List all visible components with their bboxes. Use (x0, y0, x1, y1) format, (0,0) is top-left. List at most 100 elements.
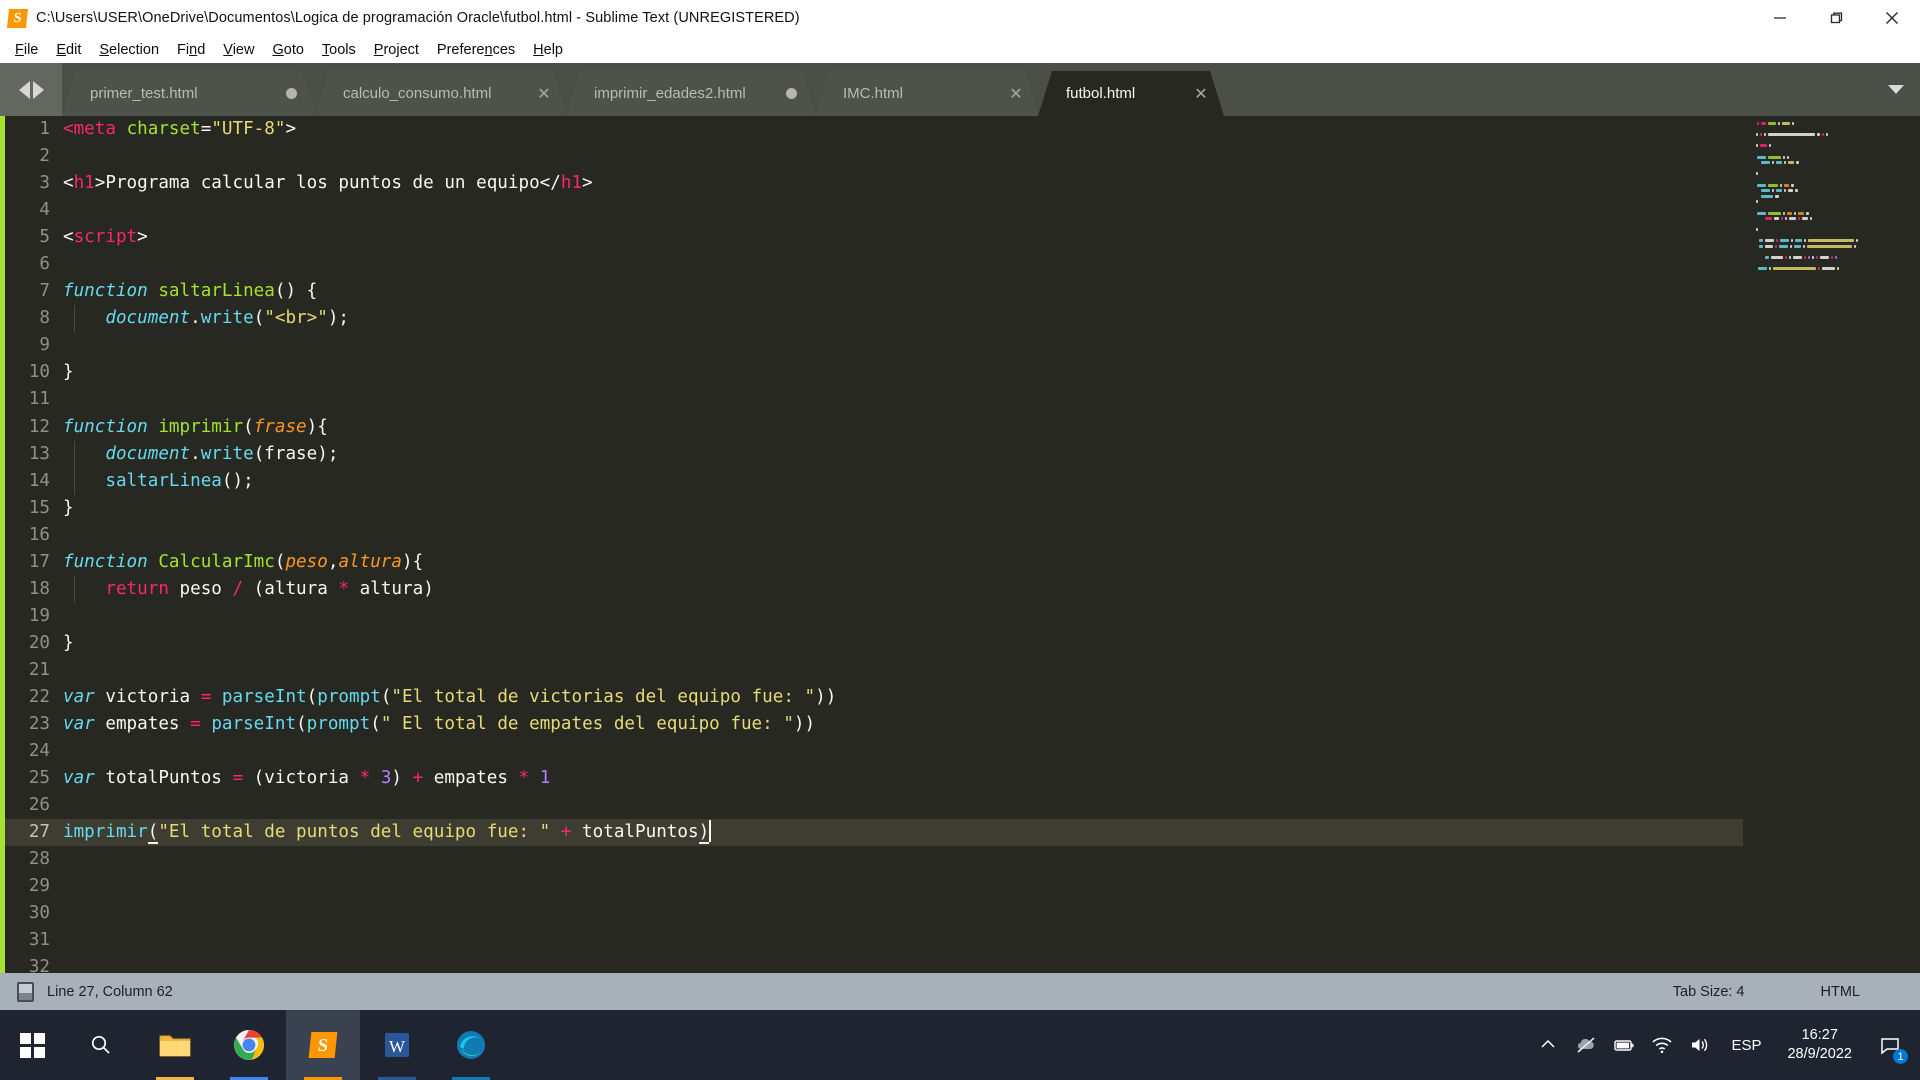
code-token: "El total de puntos del equipo fue: " (158, 822, 551, 843)
taskbar-search-button[interactable] (64, 1010, 138, 1080)
code-line[interactable]: 11 (5, 386, 1920, 413)
clock[interactable]: 16:27 28/9/2022 (1773, 1026, 1866, 1064)
tab-futbol-html[interactable]: futbol.html ✕ (1038, 71, 1224, 116)
code-token: ); (317, 443, 339, 464)
tab-close-icon[interactable]: ✕ (1001, 71, 1031, 116)
minimap-token (1780, 217, 1783, 221)
code-line[interactable]: 19 (5, 603, 1920, 630)
tab-size-indicator[interactable]: Tab Size: 4 (1673, 984, 1745, 1000)
notifications-button[interactable]: 1 (1866, 1010, 1914, 1080)
minimap-token (1765, 256, 1769, 260)
code-line[interactable]: 16 (5, 522, 1920, 549)
line-number: 2 (39, 146, 50, 167)
battery-icon[interactable] (1605, 1010, 1643, 1080)
tab-primer_test-html[interactable]: primer_test.html (62, 71, 316, 116)
menu-file[interactable]: File (6, 40, 47, 60)
minimap-line (1756, 183, 1910, 188)
code-line[interactable]: 23 var empates = parseInt(prompt(" El tot… (5, 711, 1920, 738)
tab-imprimir_edades2-html[interactable]: imprimir_edades2.html (566, 71, 816, 116)
code-line[interactable]: 21 (5, 657, 1920, 684)
minimap-token (1775, 189, 1782, 193)
code-line-active[interactable]: 27 imprimir("El total de puntos del equip… (5, 819, 1920, 847)
start-button[interactable] (0, 1010, 64, 1080)
minimize-button[interactable] (1752, 0, 1808, 36)
code-line[interactable]: 24 (5, 738, 1920, 765)
maximize-button[interactable] (1808, 0, 1864, 36)
menu-view[interactable]: View (214, 40, 263, 60)
minimap-line (1756, 273, 1910, 277)
minimap-token (1787, 161, 1795, 165)
taskbar-item-sublime-text[interactable]: S (286, 1010, 360, 1080)
minimap-token (1759, 239, 1763, 243)
language-indicator[interactable]: ESP (1719, 1037, 1773, 1054)
menu-goto[interactable]: Goto (263, 40, 312, 60)
volume-icon[interactable] (1681, 1010, 1719, 1080)
code-line[interactable]: 32 (5, 954, 1920, 973)
close-button[interactable] (1864, 0, 1920, 36)
code-line[interactable]: 3 <h1>Programa calcular los puntos de un … (5, 170, 1920, 197)
line-number: 10 (28, 362, 50, 383)
code-line[interactable]: 28 (5, 846, 1920, 873)
code-line[interactable]: 7 function saltarLinea() { (5, 278, 1920, 305)
menu-selection[interactable]: Selection (90, 40, 168, 60)
minimap-token (1764, 239, 1775, 243)
taskbar-item-microsoft-edge[interactable] (434, 1010, 508, 1080)
code-line[interactable]: 8 document.write("<br>"); (5, 305, 1920, 333)
minimap[interactable] (1744, 116, 1920, 973)
menu-tools[interactable]: Tools (313, 40, 365, 60)
menu-edit[interactable]: Edit (47, 40, 90, 60)
taskbar-item-google-chrome[interactable] (212, 1010, 286, 1080)
next-tab-icon[interactable] (32, 80, 44, 99)
cursor-position[interactable]: Line 27, Column 62 (47, 984, 173, 1000)
previous-tab-icon[interactable] (18, 80, 30, 99)
chevron-down-icon (1888, 85, 1904, 94)
code-line[interactable]: 15} (5, 495, 1920, 522)
menu-project[interactable]: Project (365, 40, 428, 60)
code-line[interactable]: 20} (5, 630, 1920, 657)
code-line[interactable]: 25 var totalPuntos = (victoria * 3) + emp… (5, 765, 1920, 792)
network-icon[interactable] (1643, 1010, 1681, 1080)
tab-unsaved-dot-icon[interactable] (286, 88, 297, 99)
menu-help[interactable]: Help (524, 40, 572, 60)
tab-IMC-html[interactable]: IMC.html ✕ (815, 71, 1039, 116)
code-line[interactable]: 1 <meta charset="UTF-8"> (5, 116, 1920, 143)
line-number: 29 (28, 876, 50, 897)
taskbar-item-microsoft-word[interactable]: W (360, 1010, 434, 1080)
code-token: h1 (560, 173, 583, 194)
code-line[interactable]: 22 var victoria = parseInt(prompt("El tot… (5, 684, 1920, 711)
code-line[interactable]: 4 (5, 197, 1920, 224)
code-line[interactable]: 18 return peso / (altura * altura) (5, 575, 1920, 603)
minimap-token (1816, 256, 1819, 260)
code-line[interactable]: 17 function CalcularImc(peso,altura){ (5, 549, 1920, 576)
onedrive-tray-icon[interactable] (1567, 1010, 1605, 1080)
code-line[interactable]: 31 (5, 927, 1920, 954)
code-line[interactable]: 29 (5, 873, 1920, 900)
tab-close-icon[interactable]: ✕ (529, 71, 559, 116)
code-line[interactable]: 14 saltarLinea(); (5, 467, 1920, 495)
code-token: ( (296, 714, 307, 735)
tab-close-icon[interactable]: ✕ (1186, 71, 1216, 116)
tab-overflow-menu[interactable] (1872, 63, 1920, 116)
menu-find[interactable]: Find (168, 40, 214, 60)
code-line[interactable]: 10} (5, 359, 1920, 386)
code-line[interactable]: 2 (5, 143, 1920, 170)
code-line[interactable]: 26 (5, 792, 1920, 819)
code-line[interactable]: 5 <script> (5, 224, 1920, 251)
code-line[interactable]: 6 (5, 251, 1920, 278)
minimap-token (1795, 239, 1803, 243)
code-line[interactable]: 13 document.write(frase); (5, 440, 1920, 468)
code-line[interactable]: 12 function imprimir(frase){ (5, 414, 1920, 441)
show-hidden-icons-button[interactable] (1529, 1010, 1567, 1080)
code-line[interactable]: 9 (5, 332, 1920, 359)
code-line[interactable]: 30 (5, 900, 1920, 927)
menu-preferences[interactable]: Preferences (428, 40, 524, 60)
syntax-indicator[interactable]: HTML (1821, 984, 1860, 1000)
code-lines[interactable]: 1 <meta charset="UTF-8"> 2 3 <h1>Programa ca… (5, 116, 1920, 973)
taskbar-item-file-explorer[interactable] (138, 1010, 212, 1080)
tab-calculo_consumo-html[interactable]: calculo_consumo.html ✕ (315, 71, 567, 116)
tab-unsaved-dot-icon[interactable] (786, 88, 797, 99)
code-editor[interactable]: 1 <meta charset="UTF-8"> 2 3 <h1>Programa ca… (0, 116, 1920, 973)
